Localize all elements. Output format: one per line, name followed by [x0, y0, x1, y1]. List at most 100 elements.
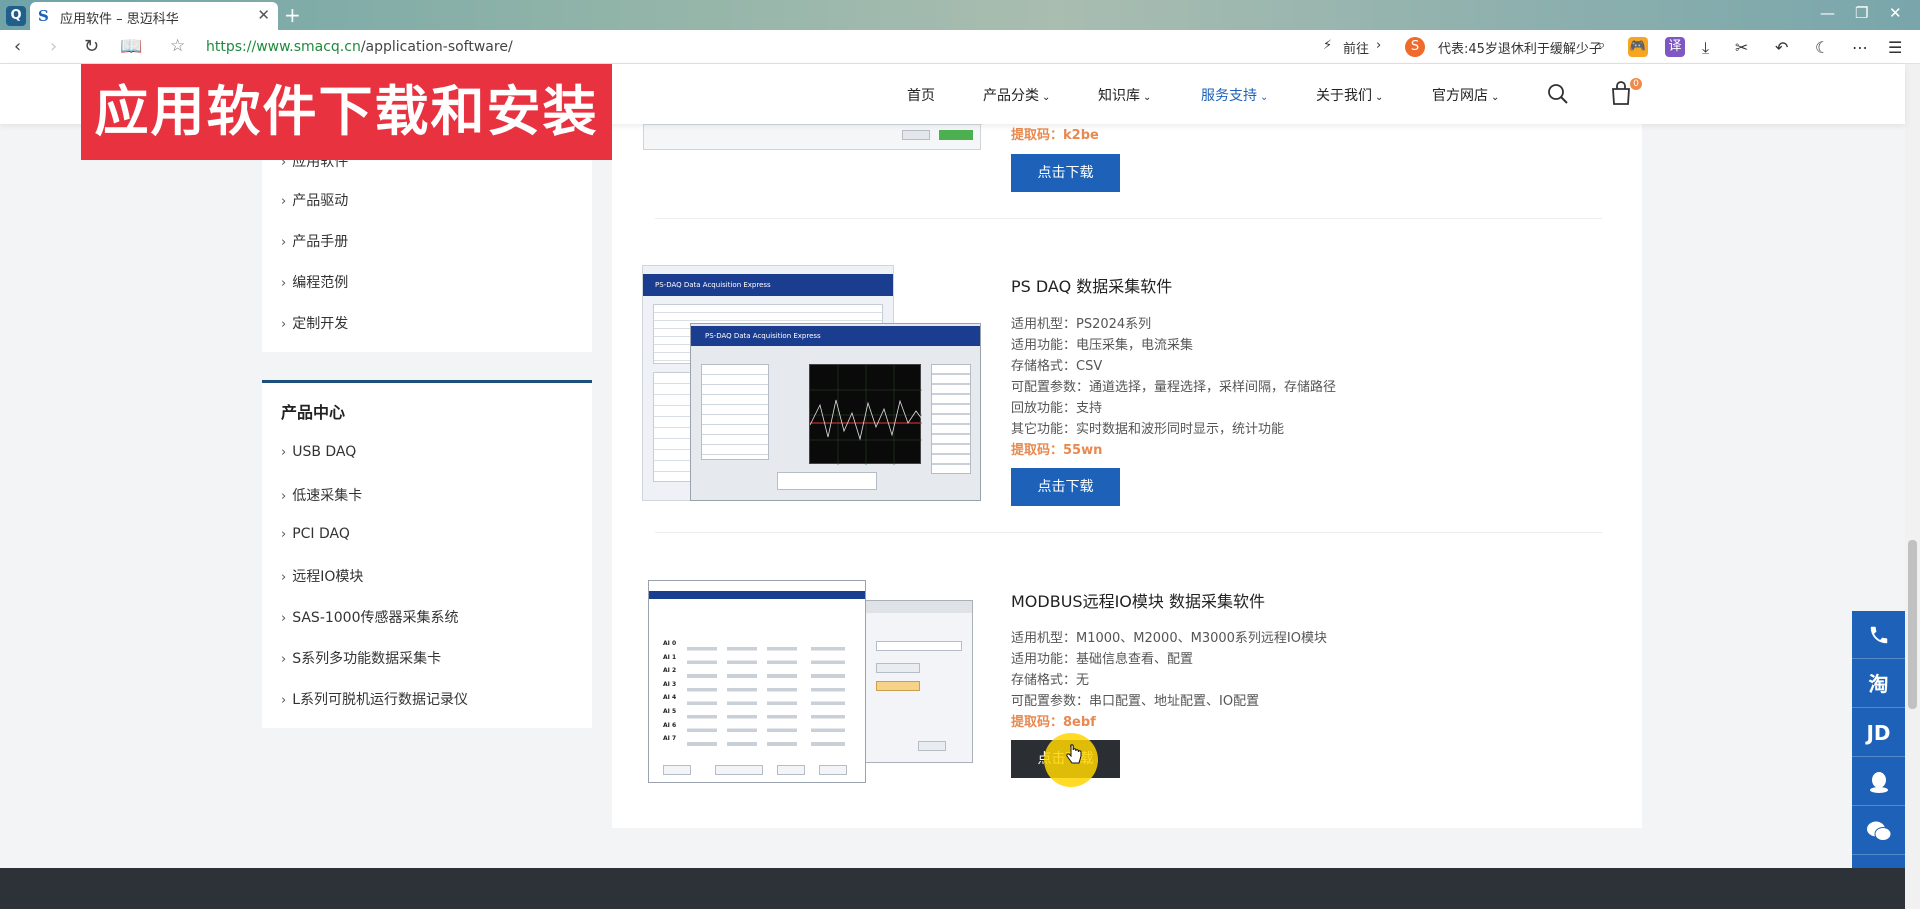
reload-icon[interactable]: ↻	[84, 36, 99, 57]
hand-cursor-icon	[1066, 744, 1082, 764]
back-icon[interactable]: ‹	[14, 36, 21, 57]
chevron-right-icon: ›	[281, 611, 287, 626]
extract-code: 提取码：8ebf	[1011, 715, 1096, 730]
product-link-s-series[interactable]: › S系列多功能数据采集卡	[281, 648, 441, 668]
product-screenshot: AI 0 AI 1 AI 2 AI 3 AI 4 AI 5 AI 6 AI 7	[648, 580, 866, 783]
site-search-icon[interactable]	[1547, 83, 1569, 105]
nav-about[interactable]: 关于我们 ⌄	[1316, 85, 1383, 105]
spec-line: 可配置参数：通道选择，量程选择，采样间隔，存储路径	[1011, 380, 1337, 395]
chevron-right-icon: ›	[281, 693, 287, 708]
restore-icon[interactable]: ❐	[1855, 4, 1868, 22]
minimize-icon[interactable]: —	[1820, 4, 1835, 22]
phone-icon[interactable]	[1852, 611, 1905, 659]
product-link-sas-1000[interactable]: › SAS-1000传感器采集系统	[281, 607, 459, 627]
chevron-right-icon: ›	[281, 276, 287, 291]
product-screenshot-window: PS-DAQ Data Acquisition Express	[690, 323, 981, 501]
floating-contact-bar: 淘 JD	[1852, 611, 1905, 909]
sidebar-item-examples[interactable]: › 编程范例	[281, 272, 348, 292]
waveform-plot	[809, 365, 923, 465]
product-screenshot	[643, 124, 982, 150]
chevron-right-icon: ›	[281, 235, 287, 250]
translate-icon[interactable]: 译	[1665, 37, 1685, 57]
extract-code: 提取码：55wn	[1011, 443, 1103, 458]
product-link-pci-daq[interactable]: › PCI DAQ	[281, 526, 350, 542]
tab-title: 应用软件 – 思迈科华	[60, 12, 179, 27]
scrollbar-thumb[interactable]	[1908, 540, 1917, 709]
site-favicon-icon: S	[38, 7, 49, 25]
bookmark-star-icon[interactable]: ☆	[170, 36, 185, 56]
nav-shop[interactable]: 官方网店 ⌄	[1432, 85, 1499, 105]
browser-tab[interactable]: S 应用软件 – 思迈科华 ✕	[30, 2, 278, 30]
chevron-right-icon: ›	[281, 570, 287, 585]
forward-label[interactable]: 前往	[1343, 38, 1369, 57]
chevron-down-icon: ⌄	[1042, 92, 1051, 103]
night-mode-icon[interactable]: ☾	[1815, 38, 1829, 57]
new-tab-icon[interactable]: +	[284, 3, 301, 27]
nav-support[interactable]: 服务支持 ⌄	[1201, 85, 1268, 105]
cart-count-badge: 0	[1630, 78, 1642, 90]
game-icon[interactable]: 🎮	[1628, 37, 1648, 57]
screenshot-titlebar: PS-DAQ Data Acquisition Express	[691, 326, 980, 346]
sidebar-accent-line	[262, 380, 592, 383]
spec-line: 其它功能：实时数据和波形同时显示，统计功能	[1011, 422, 1285, 437]
spec-line: 适用机型：PS2024系列	[1011, 317, 1152, 332]
chevron-right-icon: ›	[281, 527, 287, 542]
jd-link[interactable]: JD	[1852, 709, 1905, 757]
browser-logo-icon[interactable]: Q	[6, 6, 26, 26]
product-title: PS DAQ 数据采集软件	[1011, 277, 1173, 296]
chevron-down-icon: ⌄	[1491, 92, 1500, 103]
undo-icon[interactable]: ↶	[1775, 38, 1788, 57]
site-footer	[0, 868, 1905, 909]
spec-line: 适用机型：M1000、M2000、M3000系列远程IO模块	[1011, 631, 1327, 646]
chevron-right-icon: ›	[281, 194, 287, 209]
product-link-remote-io[interactable]: › 远程IO模块	[281, 566, 363, 586]
sidebar-item-drivers[interactable]: › 产品驱动	[281, 190, 348, 210]
chevron-down-icon: ⌄	[1260, 92, 1269, 103]
spec-line: 回放功能：支持	[1011, 401, 1103, 416]
qq-icon[interactable]	[1852, 758, 1905, 806]
extract-code: 提取码：k2be	[1011, 128, 1099, 143]
overlay-banner: 应用软件下载和安装	[81, 64, 612, 160]
close-window-icon[interactable]: ✕	[1889, 4, 1902, 22]
search-icon[interactable]: ⌕	[1598, 38, 1605, 53]
divider	[655, 218, 1602, 219]
nav-products[interactable]: 产品分类 ⌄	[983, 85, 1050, 105]
product-title: MODBUS远程IO模块 数据采集软件	[1011, 592, 1265, 611]
chevron-right-icon: ›	[281, 489, 287, 504]
nav-home[interactable]: 首页	[907, 85, 935, 105]
product-link-low-speed[interactable]: › 低速采集卡	[281, 485, 362, 505]
menu-icon[interactable]: ☰	[1888, 38, 1902, 57]
forward-icon[interactable]: ›	[50, 36, 57, 57]
reader-mode-icon[interactable]: 📖	[120, 36, 142, 57]
product-center-sidebar	[262, 380, 592, 728]
url-field[interactable]: https://www.smacq.cn/application-softwar…	[206, 39, 513, 55]
taobao-link[interactable]: 淘	[1852, 660, 1905, 708]
wechat-icon[interactable]	[1852, 807, 1905, 855]
chevron-right-icon: ›	[281, 317, 287, 332]
scissors-icon[interactable]: ✂	[1735, 38, 1748, 57]
divider	[655, 532, 1602, 533]
product-link-usb-daq[interactable]: › USB DAQ	[281, 444, 356, 460]
sogou-search-icon[interactable]: S	[1405, 37, 1425, 57]
chevron-right-icon: ›	[1376, 38, 1382, 53]
chevron-down-icon: ⌄	[1143, 92, 1152, 103]
product-link-l-series[interactable]: › L系列可脱机运行数据记录仪	[281, 689, 468, 709]
nav-knowledge[interactable]: 知识库 ⌄	[1098, 85, 1151, 105]
spec-line: 适用功能：基础信息查看、配置	[1011, 652, 1194, 667]
sidebar-item-custom[interactable]: › 定制开发	[281, 313, 348, 333]
scrollbar[interactable]	[1905, 64, 1920, 909]
more-icon[interactable]: ⋯	[1852, 38, 1868, 57]
sidebar-item-manuals[interactable]: › 产品手册	[281, 231, 348, 251]
download-button[interactable]: 点击下载	[1011, 154, 1120, 192]
chevron-right-icon: ›	[281, 652, 287, 667]
spec-line: 可配置参数：串口配置、地址配置、IO配置	[1011, 694, 1260, 709]
download-icon[interactable]: ⤓	[1702, 38, 1709, 58]
product-screenshot-window	[863, 600, 973, 763]
browser-tabbar: Q S 应用软件 – 思迈科华 ✕ + — ❐ ✕	[0, 0, 1920, 30]
news-ticker[interactable]: 代表:45岁退休利于缓解少子	[1438, 38, 1602, 57]
close-tab-icon[interactable]: ✕	[257, 6, 270, 24]
spec-line: 适用功能：电压采集，电流采集	[1011, 338, 1194, 353]
chevron-down-icon: ⌄	[1375, 92, 1384, 103]
address-bar: ‹ › ↻ 📖 ☆ https://www.smacq.cn/applicati…	[0, 30, 1920, 64]
download-button[interactable]: 点击下载	[1011, 468, 1120, 506]
